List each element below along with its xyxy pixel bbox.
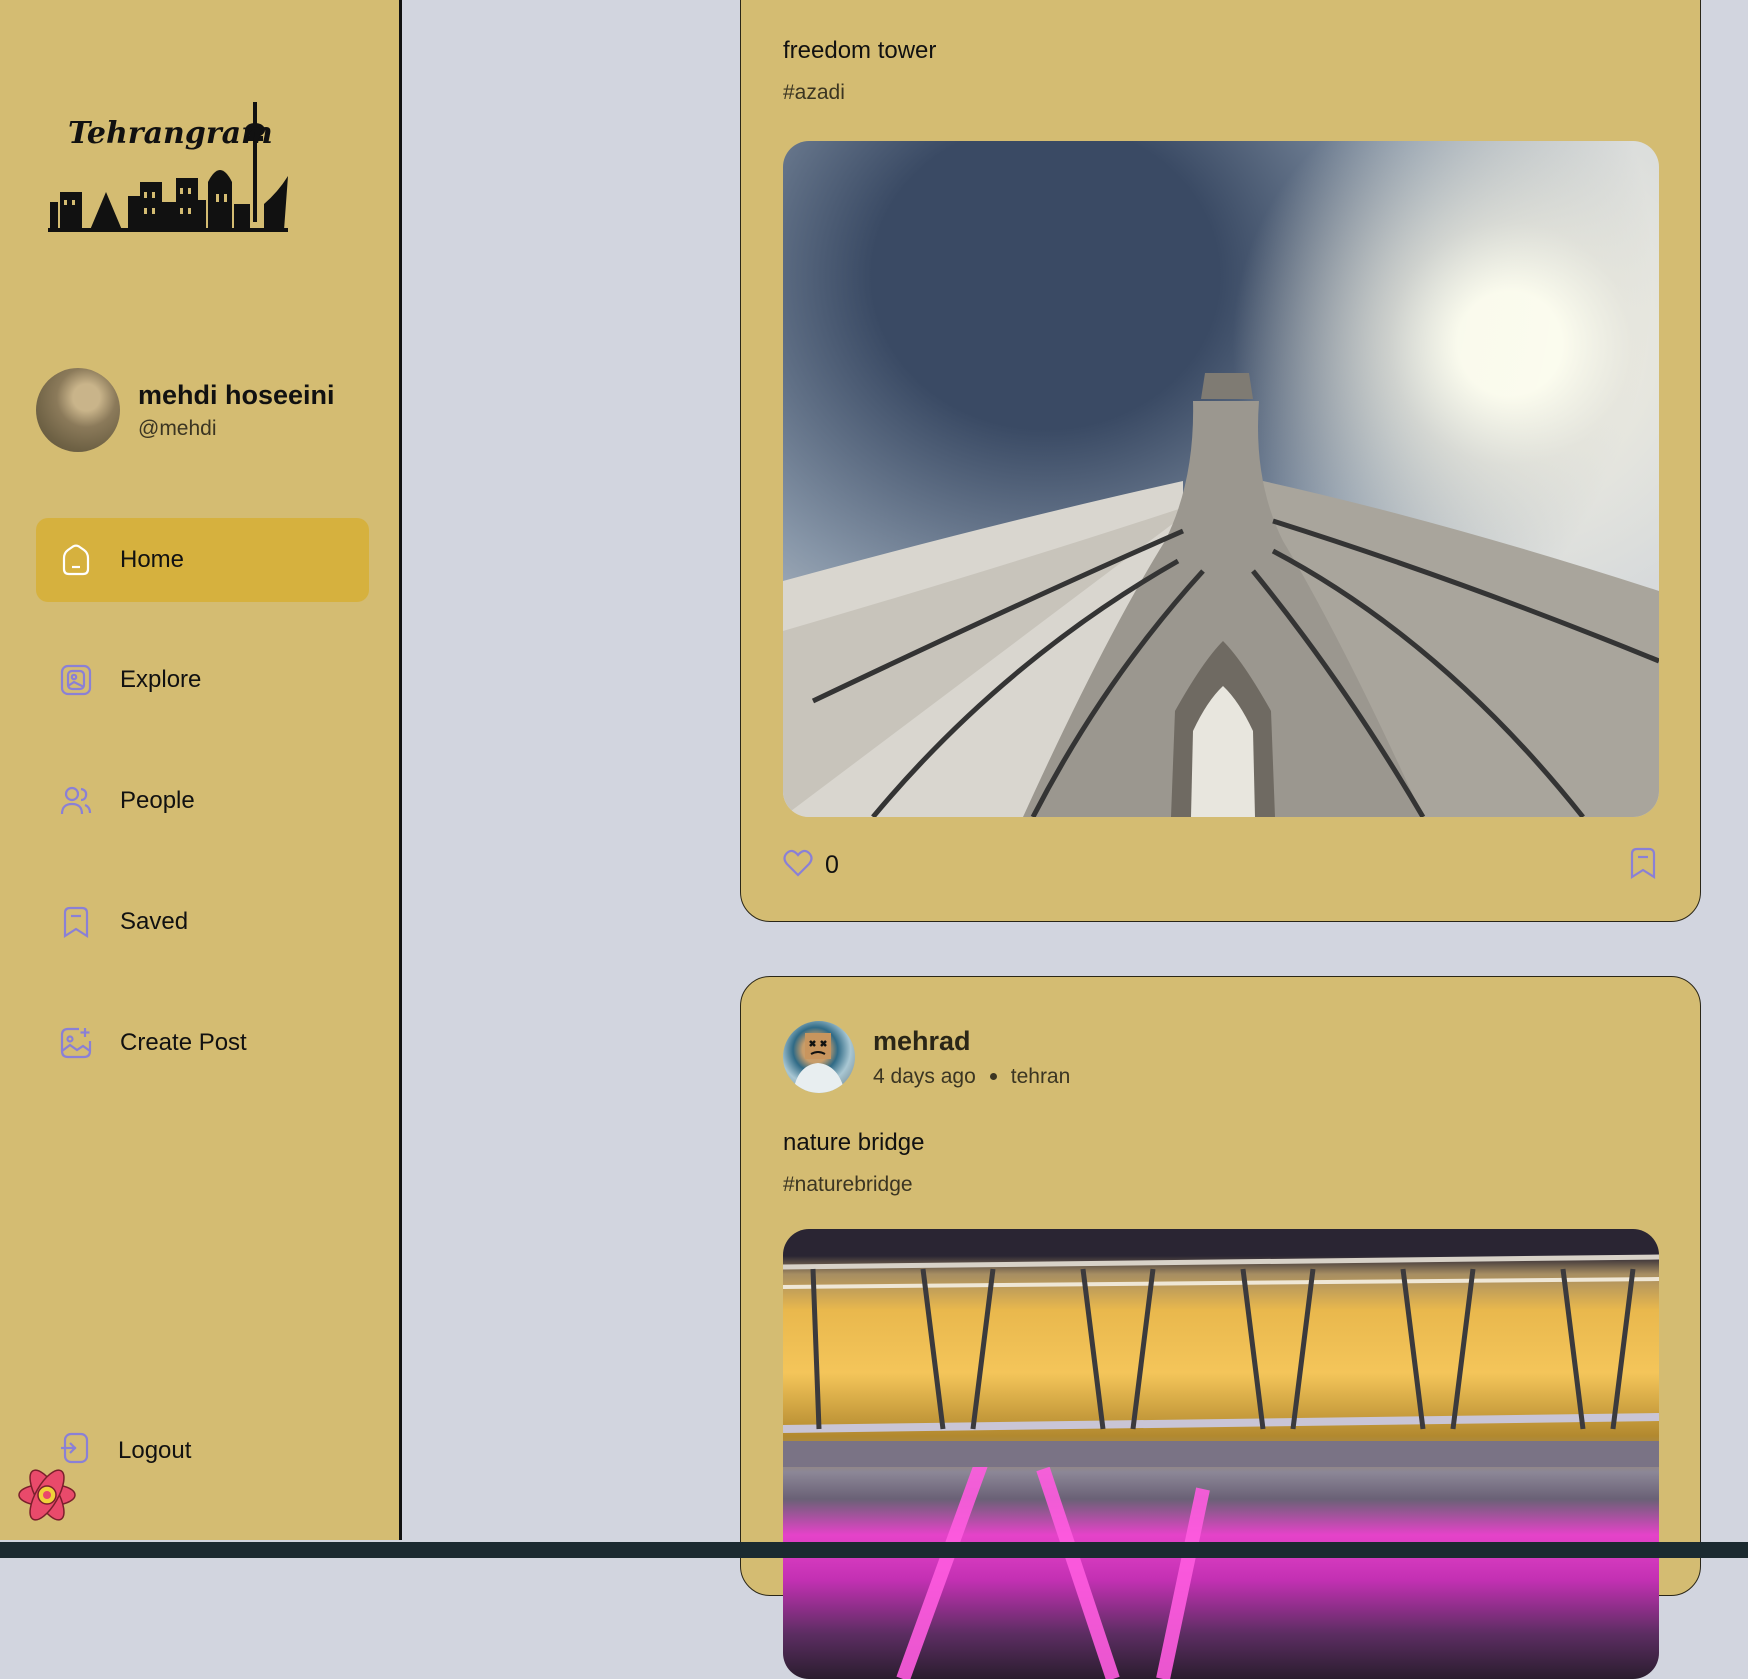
left-sidebar: Tehrangram mehdi hoseeini @mehdi Home Ex… [0,0,402,1540]
profile-name: mehdi hoseeini [138,379,335,410]
sidebar-item-home[interactable]: Home [36,518,369,602]
save-post-bookmark-icon[interactable] [1628,847,1658,884]
sidebar-item-label: Explore [120,666,202,693]
user-profile[interactable]: mehdi hoseeini @mehdi [36,368,335,452]
sidebar-item-create-post[interactable]: Create Post [36,1001,369,1085]
logout-button[interactable]: Logout [58,1431,191,1470]
post-caption: nature bridge [783,1129,925,1156]
heart-icon[interactable] [783,849,813,882]
people-icon [58,783,94,819]
react-devtools-icon[interactable] [16,1464,78,1526]
post-caption: freedom tower [783,37,937,64]
post-tag[interactable]: #naturebridge [783,1173,913,1197]
sidebar-item-label: Saved [120,908,189,935]
sidebar-item-explore[interactable]: Explore [36,638,369,722]
post-image[interactable] [783,1229,1659,1679]
post-tag[interactable]: #azadi [783,81,845,105]
profile-handle: @mehdi [138,416,217,440]
post-image[interactable] [783,141,1659,817]
skyline-logo-graphic [48,102,288,232]
bookmark-icon [58,904,94,940]
sidebar-item-saved[interactable]: Saved [36,880,369,964]
sidebar-item-label: People [120,787,195,814]
home-icon [58,542,94,578]
bottom-taskbar [0,1542,1748,1558]
logo-text: Tehrangram [68,116,273,151]
nature-bridge-photo [783,1254,1659,1679]
like-row: 0 [783,849,839,882]
azadi-tower-photo [783,373,1659,817]
separator-dot [989,1073,997,1080]
post-card: freedom tower #azadi 0 [740,0,1701,922]
post-card: mehrad 4 days ago tehran nature bridge #… [740,976,1701,1679]
sidebar-item-label: Create Post [120,1029,247,1056]
like-count: 0 [825,851,839,879]
avatar[interactable] [36,368,120,452]
logout-label: Logout [118,1436,192,1464]
add-image-icon [58,1025,94,1061]
post-time: 4 days ago [873,1064,976,1088]
gallery-icon [58,662,94,698]
sidebar-nav: Home Explore People Saved Create Post [36,518,369,1085]
sidebar-item-people[interactable]: People [36,759,369,843]
tehrangram-logo[interactable]: Tehrangram [48,92,298,242]
sidebar-item-label: Home [120,546,185,573]
post-author[interactable]: mehrad 4 days ago tehran [783,1021,1070,1093]
author-name[interactable]: mehrad [873,1026,1070,1057]
post-location: tehran [1010,1064,1071,1088]
author-avatar[interactable] [783,1021,855,1093]
